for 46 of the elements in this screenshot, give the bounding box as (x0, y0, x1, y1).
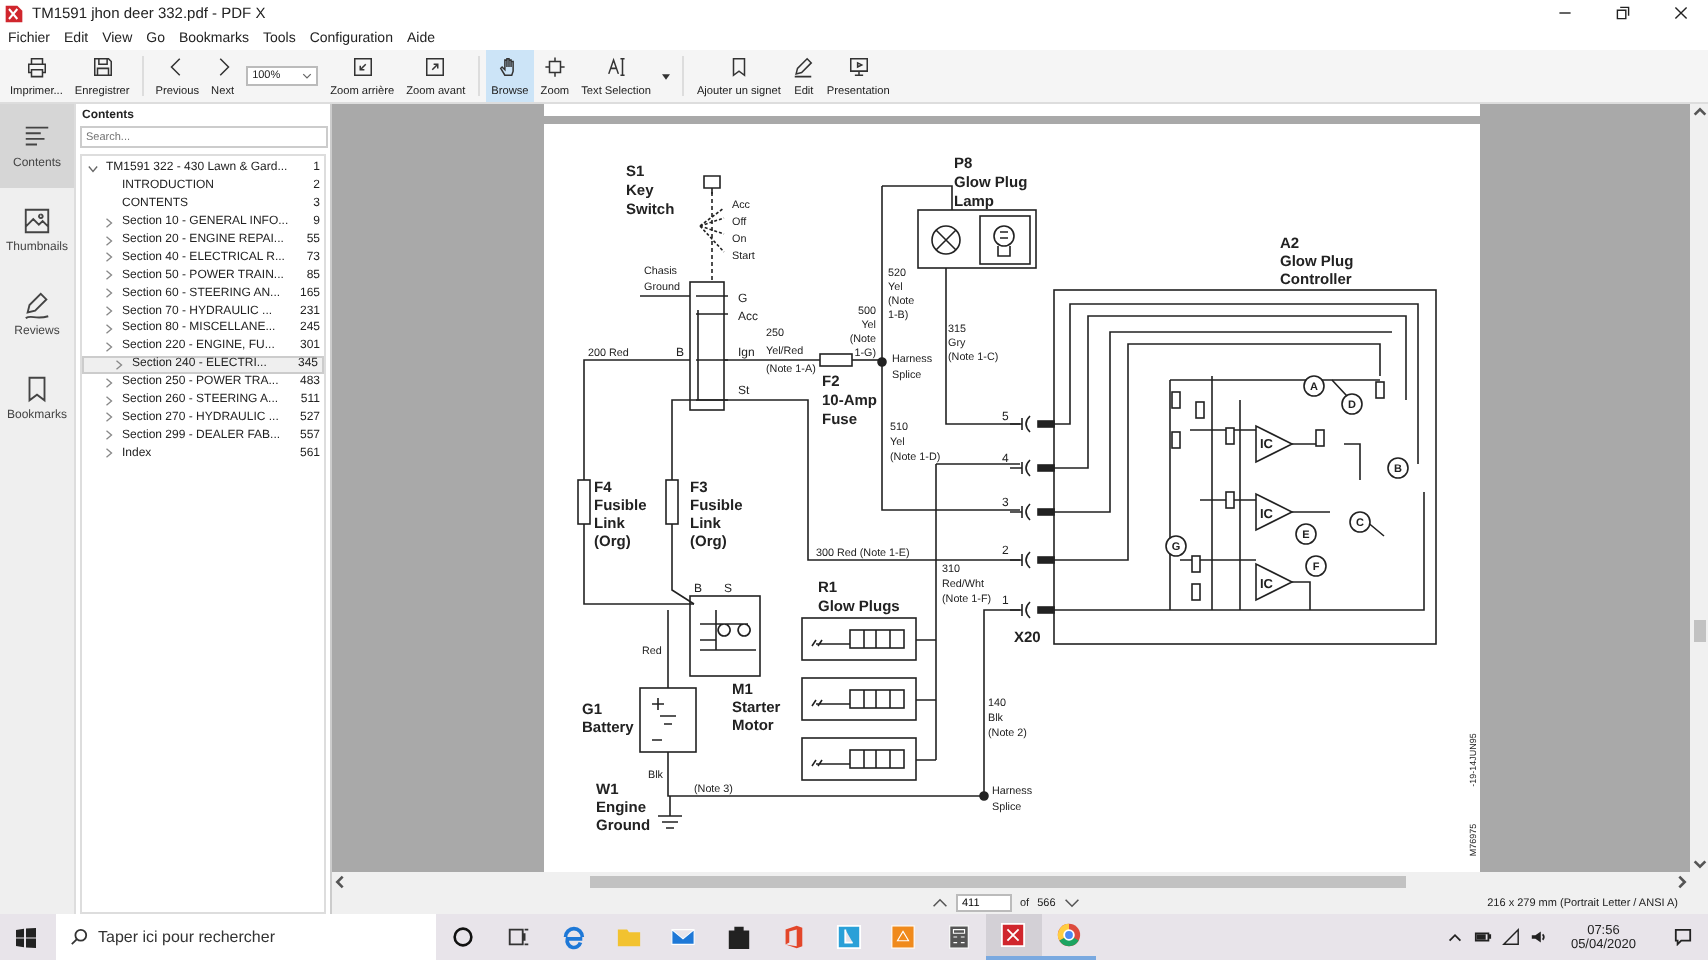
windows-start-icon[interactable] (16, 927, 36, 947)
app-tile-icon (890, 924, 917, 950)
taskbar-search-field[interactable]: Taper ici pour rechercher (56, 914, 436, 960)
zoom-out-icon (351, 56, 374, 78)
wifi-icon[interactable] (1502, 928, 1521, 946)
chevron-down-icon[interactable] (88, 163, 98, 174)
task-view-icon (505, 924, 532, 950)
shopping-bag-icon (725, 924, 752, 950)
scroll-thumb[interactable] (1693, 620, 1705, 643)
pen-icon (22, 290, 52, 320)
office-icon (780, 924, 807, 950)
maximize-icon[interactable] (1616, 6, 1630, 20)
vertical-scrollbar[interactable] (1690, 104, 1708, 914)
bookmark-icon (727, 56, 750, 78)
calculator-icon (945, 924, 972, 950)
folder-icon (615, 924, 642, 950)
browser-e-icon (560, 924, 587, 950)
arrow-down-icon[interactable] (1691, 856, 1707, 872)
text-cursor-icon (605, 56, 628, 78)
speaker-icon[interactable] (1530, 928, 1549, 946)
pen-icon (792, 56, 815, 78)
printer-icon (25, 56, 48, 78)
arrow-up-icon[interactable] (1691, 104, 1707, 120)
notification-icon[interactable] (1674, 928, 1692, 946)
chrome-circle-icon (1055, 922, 1082, 948)
chevron-up-icon[interactable] (932, 898, 948, 908)
image-icon (22, 206, 52, 236)
arrow-left-icon[interactable] (332, 874, 348, 890)
search-circle-icon (450, 924, 477, 950)
minimize-icon[interactable] (1558, 6, 1572, 20)
scroll-thumb[interactable] (590, 876, 1406, 888)
horizontal-scrollbar[interactable] (332, 872, 1690, 892)
document-app-icon (1000, 922, 1027, 948)
zoom-in-icon (424, 56, 447, 78)
letter-tile-icon (835, 924, 862, 950)
search-icon (70, 928, 88, 946)
chevron-down-icon[interactable] (1063, 898, 1080, 908)
chevron-up-icon[interactable] (1446, 928, 1465, 946)
arrow-right-icon[interactable] (1674, 874, 1690, 890)
presentation-icon (847, 56, 870, 78)
battery-icon[interactable] (1474, 928, 1493, 946)
dropdown-caret-icon[interactable] (662, 73, 671, 79)
close-icon[interactable] (1674, 6, 1688, 20)
mail-icon (670, 924, 697, 950)
frame-icon (543, 56, 566, 78)
caret-icon (302, 72, 313, 80)
